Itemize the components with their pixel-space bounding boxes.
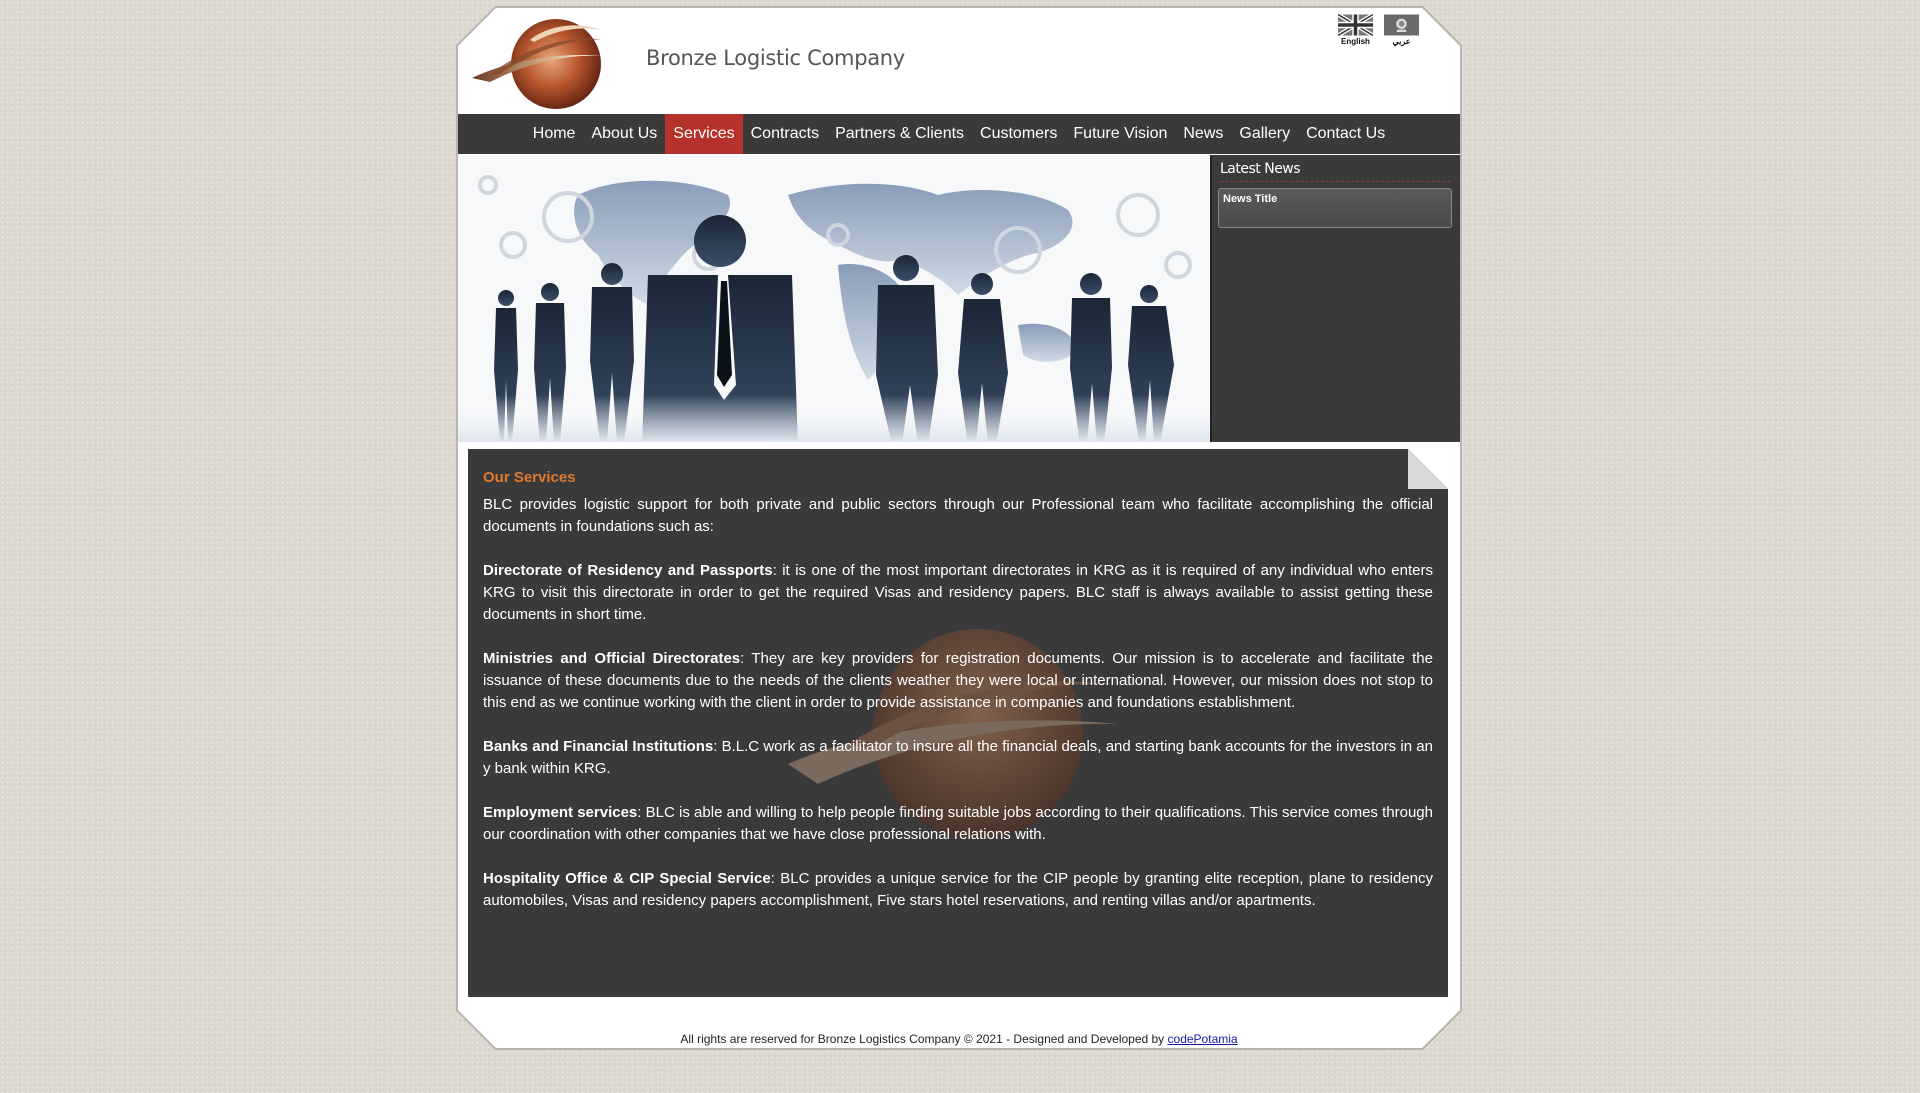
footer: All rights are reserved for Bronze Logis…	[458, 1032, 1460, 1046]
service-heading: Ministries and Official Directorates	[483, 650, 741, 667]
service-heading: Banks and Financial Institutions	[483, 738, 714, 755]
language-english[interactable]: English	[1338, 14, 1373, 46]
main-nav: Home About Us Services Contracts Partner…	[458, 114, 1460, 154]
services-content: Our Services BLC provides logistic suppo…	[468, 449, 1448, 997]
news-divider	[1220, 181, 1450, 182]
page-container: Bronze Logistic Company English عربي Hom…	[458, 8, 1460, 1048]
nav-item-about-us[interactable]: About Us	[583, 114, 665, 154]
nav-item-news[interactable]: News	[1175, 114, 1231, 154]
developer-link[interactable]: codePotamia	[1168, 1032, 1238, 1046]
services-intro: BLC provides logistic support for both p…	[483, 496, 1433, 535]
kurdistan-emblem-icon	[1384, 14, 1419, 36]
footer-copyright: All rights are reserved for Bronze Logis…	[680, 1032, 1165, 1046]
service-heading: Hospitality Office & CIP Special Service	[483, 870, 771, 887]
language-arabic[interactable]: عربي	[1384, 14, 1419, 46]
content-title: Our Services	[483, 469, 576, 486]
service-section: Employment services: BLC is able and wil…	[483, 802, 1433, 846]
latest-news-panel: Latest News News Title	[1210, 155, 1460, 442]
services-text: Our Services BLC provides logistic suppo…	[483, 467, 1433, 934]
language-arabic-label: عربي	[1392, 37, 1411, 46]
service-section: Banks and Financial Institutions: B.L.C …	[483, 736, 1433, 780]
news-item-title[interactable]: News Title	[1223, 193, 1277, 205]
language-english-label: English	[1341, 37, 1370, 46]
latest-news-heading: Latest News	[1220, 161, 1301, 177]
service-heading: Employment services	[483, 804, 638, 821]
news-item[interactable]: News Title	[1218, 188, 1452, 228]
nav-item-partners-clients[interactable]: Partners & Clients	[827, 114, 972, 154]
banner-image	[458, 155, 1210, 442]
nav-item-home[interactable]: Home	[525, 114, 584, 154]
nav-item-gallery[interactable]: Gallery	[1231, 114, 1298, 154]
company-logo[interactable]	[470, 12, 605, 112]
nav-item-future-vision[interactable]: Future Vision	[1065, 114, 1175, 154]
nav-item-customers[interactable]: Customers	[972, 114, 1065, 154]
service-section: Ministries and Official Directorates: Th…	[483, 648, 1433, 714]
nav-item-contracts[interactable]: Contracts	[743, 114, 827, 154]
service-heading: Directorate of Residency and Passports	[483, 562, 773, 579]
nav-item-services[interactable]: Services	[665, 114, 743, 154]
service-section: Directorate of Residency and Passports: …	[483, 560, 1433, 626]
uk-flag-icon	[1338, 14, 1373, 36]
service-section: Hospitality Office & CIP Special Service…	[483, 868, 1433, 912]
company-name: Bronze Logistic Company	[646, 46, 905, 70]
nav-item-contact-us[interactable]: Contact Us	[1298, 114, 1393, 154]
